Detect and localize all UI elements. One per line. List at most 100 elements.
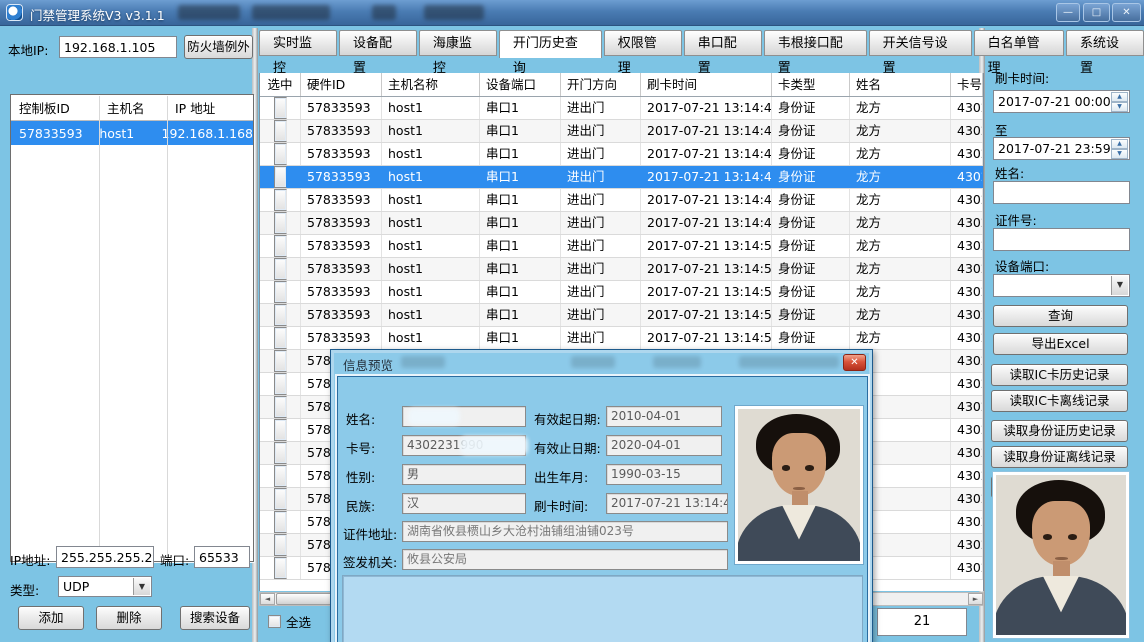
history-cell: 43022 bbox=[951, 120, 983, 142]
chevron-down-icon[interactable]: ▼ bbox=[133, 578, 150, 595]
history-row[interactable]: 57833593host1串口1进出门2017-07-21 13:14:45身份… bbox=[260, 120, 983, 143]
search-device-button[interactable]: 搜索设备 bbox=[180, 606, 250, 630]
history-cell: 43022 bbox=[951, 97, 983, 119]
row-checkbox[interactable] bbox=[274, 534, 287, 556]
history-row[interactable]: 57833593host1串口1进出门2017-07-21 13:14:50身份… bbox=[260, 235, 983, 258]
add-device-button[interactable]: 添加 bbox=[18, 606, 84, 630]
dialog-close-button[interactable]: ✕ bbox=[843, 354, 866, 371]
history-row[interactable]: 57833593host1串口1进出门2017-07-21 13:14:47身份… bbox=[260, 166, 983, 189]
firewall-exception-button[interactable]: 防火墙例外 bbox=[184, 35, 253, 59]
row-checkbox[interactable] bbox=[274, 281, 287, 303]
tab-串口配置[interactable]: 串口配置 bbox=[684, 30, 762, 56]
broadcast-ip-input[interactable]: 255.255.255.255 bbox=[56, 546, 154, 568]
row-checkbox-cell bbox=[260, 442, 301, 464]
tab-系统设置[interactable]: 系统设置 bbox=[1066, 30, 1144, 56]
scroll-left-icon[interactable]: ◄ bbox=[260, 593, 275, 605]
close-button[interactable]: ✕ bbox=[1112, 3, 1141, 22]
history-cell: 身份证 bbox=[772, 120, 850, 142]
port-input[interactable]: 65533 bbox=[194, 546, 250, 568]
action-button-1[interactable]: 读取IC卡历史记录 bbox=[991, 364, 1128, 386]
select-all-checkbox[interactable] bbox=[268, 615, 281, 628]
history-cell: 串口1 bbox=[480, 189, 561, 211]
type-combobox[interactable]: UDP ▼ bbox=[58, 576, 152, 597]
delete-device-button[interactable]: 删除 bbox=[96, 606, 162, 630]
export-excel-button[interactable]: 导出Excel bbox=[993, 333, 1128, 355]
history-cell: host1 bbox=[382, 281, 480, 303]
name-filter-input[interactable] bbox=[993, 181, 1130, 204]
row-checkbox[interactable] bbox=[274, 396, 287, 418]
history-cell: 串口1 bbox=[480, 281, 561, 303]
time-to-input[interactable]: 2017-07-21 23:59 ▲▼ bbox=[993, 137, 1130, 160]
history-cell: 43022 bbox=[951, 166, 983, 188]
tab-权限管理[interactable]: 权限管理 bbox=[604, 30, 682, 56]
tab-设备配置[interactable]: 设备配置 bbox=[339, 30, 417, 56]
history-cell: host1 bbox=[382, 258, 480, 280]
history-row[interactable]: 57833593host1串口1进出门2017-07-21 13:14:53身份… bbox=[260, 327, 983, 350]
broadcast-ip-label: IP地址: bbox=[10, 550, 50, 569]
row-checkbox[interactable] bbox=[274, 442, 287, 464]
query-button[interactable]: 查询 bbox=[993, 305, 1128, 327]
history-row[interactable]: 57833593host1串口1进出门2017-07-21 13:14:51身份… bbox=[260, 258, 983, 281]
chevron-down-icon[interactable]: ▼ bbox=[1111, 276, 1128, 295]
row-checkbox[interactable] bbox=[274, 304, 287, 326]
row-checkbox[interactable] bbox=[274, 557, 287, 579]
message-area bbox=[342, 575, 863, 642]
row-checkbox[interactable] bbox=[274, 327, 287, 349]
history-cell: 43022 bbox=[951, 511, 983, 533]
history-cell: 2017-07-21 13:14:45 bbox=[641, 97, 772, 119]
valid-from-field: 2010-04-01 bbox=[606, 406, 722, 427]
issuer-label: 签发机关: bbox=[343, 552, 397, 571]
maximize-button[interactable]: □ bbox=[1083, 3, 1110, 22]
row-checkbox-cell bbox=[260, 97, 301, 119]
device-port-combobox[interactable]: ▼ bbox=[993, 274, 1130, 297]
row-checkbox[interactable] bbox=[274, 511, 287, 533]
row-checkbox[interactable] bbox=[274, 373, 287, 395]
time-from-input[interactable]: 2017-07-21 00:00 ▲▼ bbox=[993, 90, 1130, 113]
redaction-blur bbox=[252, 5, 330, 20]
row-checkbox[interactable] bbox=[274, 120, 287, 142]
action-button-4[interactable]: 读取身份证离线记录 bbox=[991, 446, 1128, 468]
history-cell: 进出门 bbox=[561, 212, 641, 234]
history-cell: 串口1 bbox=[480, 258, 561, 280]
row-checkbox[interactable] bbox=[274, 350, 287, 372]
stepper-icon[interactable]: ▲▼ bbox=[1111, 92, 1128, 111]
history-cell: 43022 bbox=[951, 442, 983, 464]
row-checkbox[interactable] bbox=[274, 465, 287, 487]
id-number-input[interactable] bbox=[993, 228, 1130, 251]
device-cell: host1 bbox=[91, 126, 153, 141]
row-checkbox[interactable] bbox=[274, 235, 287, 257]
row-checkbox[interactable] bbox=[274, 143, 287, 165]
row-checkbox[interactable] bbox=[274, 488, 287, 510]
tab-实时监控[interactable]: 实时监控 bbox=[259, 30, 337, 56]
tab-白名单管理[interactable]: 白名单管理 bbox=[974, 30, 1064, 56]
history-row[interactable]: 57833593host1串口1进出门2017-07-21 13:14:48身份… bbox=[260, 212, 983, 235]
tab-韦根接口配置[interactable]: 韦根接口配置 bbox=[764, 30, 867, 56]
device-column-header: 控制板ID bbox=[11, 98, 99, 117]
action-button-2[interactable]: 读取IC卡离线记录 bbox=[991, 390, 1128, 412]
name-filter-label: 姓名: bbox=[995, 163, 1024, 182]
ethnicity-field: 汉 bbox=[402, 493, 526, 514]
history-row[interactable]: 57833593host1串口1进出门2017-07-21 13:14:47身份… bbox=[260, 143, 983, 166]
history-cell: host1 bbox=[382, 235, 480, 257]
row-checkbox[interactable] bbox=[274, 258, 287, 280]
row-checkbox[interactable] bbox=[274, 189, 287, 211]
history-row[interactable]: 57833593host1串口1进出门2017-07-21 13:14:51身份… bbox=[260, 281, 983, 304]
stepper-icon[interactable]: ▲▼ bbox=[1111, 139, 1128, 158]
row-checkbox[interactable] bbox=[274, 97, 287, 119]
history-cell: host1 bbox=[382, 166, 480, 188]
action-button-3[interactable]: 读取身份证历史记录 bbox=[991, 420, 1128, 442]
minimize-button[interactable]: — bbox=[1056, 3, 1080, 22]
scroll-right-icon[interactable]: ► bbox=[968, 593, 983, 605]
history-row[interactable]: 57833593host1串口1进出门2017-07-21 13:14:45身份… bbox=[260, 97, 983, 120]
tab-开关信号设置[interactable]: 开关信号设置 bbox=[869, 30, 972, 56]
row-checkbox-cell bbox=[260, 465, 301, 487]
row-checkbox[interactable] bbox=[274, 166, 287, 188]
row-checkbox[interactable] bbox=[274, 419, 287, 441]
row-checkbox[interactable] bbox=[274, 212, 287, 234]
local-ip-input[interactable]: 192.168.1.105 bbox=[59, 36, 177, 58]
tab-开门历史查询[interactable]: 开门历史查询 bbox=[499, 30, 602, 58]
device-row[interactable]: 57833593host1192.168.1.168 bbox=[11, 121, 253, 145]
history-row[interactable]: 57833593host1串口1进出门2017-07-21 13:14:53身份… bbox=[260, 304, 983, 327]
tab-海康监控[interactable]: 海康监控 bbox=[419, 30, 497, 56]
history-row[interactable]: 57833593host1串口1进出门2017-07-21 13:14:48身份… bbox=[260, 189, 983, 212]
